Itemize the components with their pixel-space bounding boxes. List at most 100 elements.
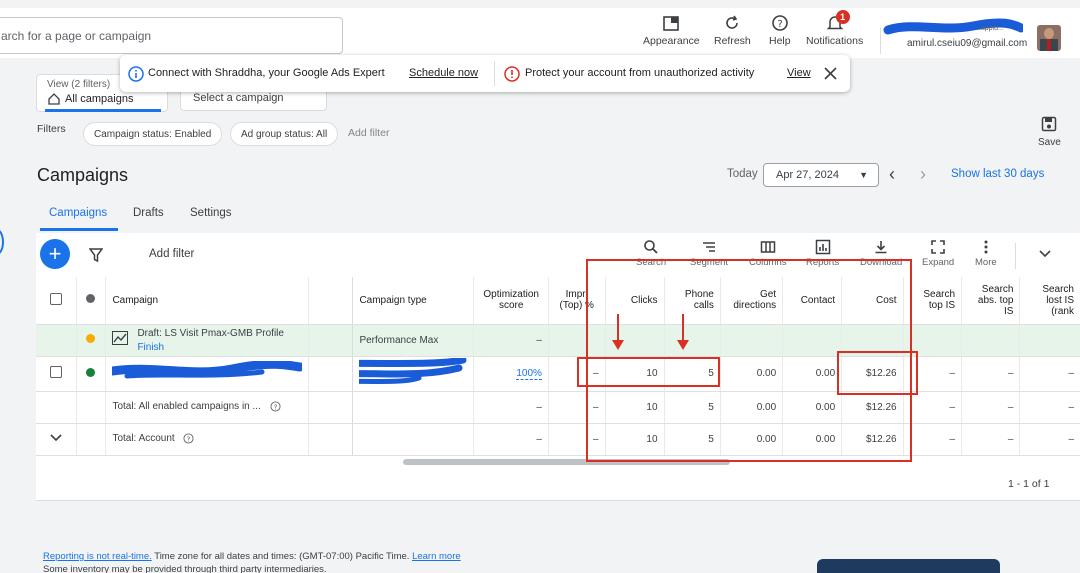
learn-more-link[interactable]: Learn more <box>412 551 461 562</box>
view-value: All campaigns <box>65 93 134 105</box>
avatar[interactable] <box>1037 25 1061 51</box>
filter-chip-adgroup-status[interactable]: Ad group status: All <box>230 122 339 146</box>
total2-slost: – <box>1019 423 1080 456</box>
draft-opt-score: – <box>473 324 549 357</box>
plus-icon: + <box>48 241 62 266</box>
tab-active-indicator <box>40 228 118 231</box>
prev-date-icon[interactable]: ‹ <box>889 164 895 185</box>
tab-settings[interactable]: Settings <box>190 207 232 219</box>
appearance-button[interactable]: Appearance <box>643 14 700 47</box>
save-button[interactable]: Save <box>1038 116 1061 148</box>
view-underline <box>45 109 161 112</box>
inventory-note: Some inventory may be provided through t… <box>43 564 327 573</box>
view-link[interactable]: View <box>787 67 811 79</box>
help-button[interactable]: ? Help <box>769 14 791 47</box>
table-header-row: Campaign Campaign type Optimization scor… <box>36 277 1080 325</box>
draft-status-icon <box>86 334 96 343</box>
appearance-label: Appearance <box>643 35 700 47</box>
footer-note: Reporting is not real-time. Time zone fo… <box>43 551 461 573</box>
search-placeholder: arch for a page or campaign <box>1 29 152 43</box>
total2-opt: – <box>473 423 549 456</box>
account-name-partial: ...appid... <box>975 25 1004 32</box>
more-vert-icon <box>984 240 988 254</box>
optimization-score-value[interactable]: 100% <box>516 368 542 380</box>
page-title: Campaigns <box>37 165 129 185</box>
row-checkbox[interactable] <box>49 366 62 378</box>
draft-campaign-type: Performance Max <box>352 324 475 357</box>
filter-icon[interactable] <box>89 248 103 262</box>
info-icon <box>128 66 144 82</box>
annotation-box-clicks-calls <box>577 357 720 387</box>
enabled-status-icon <box>86 367 96 377</box>
table-add-filter[interactable]: Add filter <box>149 248 194 260</box>
help-circle-icon[interactable]: ? <box>183 433 195 444</box>
notification-banner: Connect with Shraddha, your Google Ads E… <box>120 55 850 92</box>
refresh-icon <box>726 15 739 29</box>
columns-icon <box>760 241 775 253</box>
add-filter-link[interactable]: Add filter <box>348 127 389 139</box>
bottom-widget[interactable] <box>817 559 1000 573</box>
annotation-arrow-calls <box>677 314 689 350</box>
show-last-30-link[interactable]: Show last 30 days <box>951 168 1044 180</box>
appearance-icon <box>663 16 680 31</box>
campaigns-table: Campaign Campaign type Optimization scor… <box>36 277 1080 456</box>
search-input[interactable]: arch for a page or campaign <box>0 17 343 54</box>
next-date-icon[interactable]: › <box>920 164 926 185</box>
total-row-account: Total: Account ? – – 10 5 0.00 0.00 $12.… <box>36 423 1080 456</box>
toolbar-divider <box>1015 243 1016 269</box>
col-campaign[interactable]: Campaign <box>105 277 310 325</box>
download-icon <box>875 241 887 254</box>
help-icon: ? <box>771 15 788 31</box>
notification-badge: 1 <box>835 10 850 24</box>
col-optimization-score[interactable]: Optimization score <box>473 277 549 325</box>
redacted-campaign-name[interactable] <box>107 359 305 383</box>
expand-chevron-icon[interactable] <box>50 433 62 442</box>
schedule-now-link[interactable]: Schedule now <box>409 67 478 79</box>
expand-tool-label: Expand <box>922 257 955 268</box>
view-label: View (2 filters) <box>47 79 111 90</box>
cell-search-lost-is: – <box>1019 356 1080 392</box>
add-campaign-button[interactable]: + <box>40 239 70 269</box>
date-picker[interactable]: Apr 27, 2024 ▼ <box>763 163 879 187</box>
help-label: Help <box>769 35 791 47</box>
tab-drafts[interactable]: Drafts <box>133 207 164 219</box>
alert-icon <box>504 66 520 82</box>
total-enabled-label: Total: All enabled campaigns in ... <box>112 401 261 413</box>
annotation-box-cost <box>837 351 918 395</box>
col-search-abs-top-is[interactable]: Search abs. top IS <box>961 277 1021 325</box>
table-row: 100% – 10 5 0.00 0.00 $12.26 – – – <box>36 356 1080 392</box>
side-panel-handle[interactable] <box>0 229 4 255</box>
reporting-realtime-link[interactable]: Reporting is not real-time. <box>43 551 152 562</box>
date-range-label: Today <box>727 168 758 180</box>
total2-sabs: – <box>961 423 1021 456</box>
filter-chip-campaign-status[interactable]: Campaign status: Enabled <box>83 122 223 146</box>
chevron-down-icon[interactable] <box>1039 249 1051 259</box>
svg-text:?: ? <box>187 435 191 444</box>
banner-divider <box>494 61 495 86</box>
home-icon <box>48 93 60 105</box>
more-tool-label: More <box>975 257 997 268</box>
refresh-button[interactable]: Refresh <box>714 14 751 47</box>
campaigns-table-card: + Add filter Search Segment Columns Repo… <box>36 233 1080 501</box>
draft-finish-link[interactable]: Finish <box>137 342 302 353</box>
total-account-label: Total: Account <box>112 433 175 445</box>
close-icon[interactable] <box>824 67 837 80</box>
save-label: Save <box>1038 137 1061 148</box>
tab-campaigns[interactable]: Campaigns <box>49 207 107 219</box>
save-icon <box>1042 116 1057 132</box>
col-search-lost-is[interactable]: Search lost IS (rank <box>1019 277 1080 325</box>
select-all-checkbox[interactable] <box>49 292 62 305</box>
status-header-icon <box>86 294 96 304</box>
timezone-text: Time zone for all dates and times: (GMT-… <box>151 551 413 562</box>
total-row-enabled: Total: All enabled campaigns in ... ? – … <box>36 391 1080 424</box>
notifications-button[interactable]: 1 Notifications <box>806 10 864 47</box>
draft-campaign-name[interactable]: Draft: LS Visit Pmax-GMB Profile <box>137 328 302 339</box>
more-tool-button[interactable]: More <box>975 239 997 268</box>
total1-slost: – <box>1019 391 1080 424</box>
col-campaign-type[interactable]: Campaign type <box>352 277 475 325</box>
help-circle-icon[interactable]: ? <box>270 401 281 412</box>
reports-icon <box>815 239 830 255</box>
expand-tool-button[interactable]: Expand <box>922 239 954 268</box>
pmax-campaign-icon <box>112 330 129 345</box>
notifications-label: Notifications <box>806 35 864 47</box>
